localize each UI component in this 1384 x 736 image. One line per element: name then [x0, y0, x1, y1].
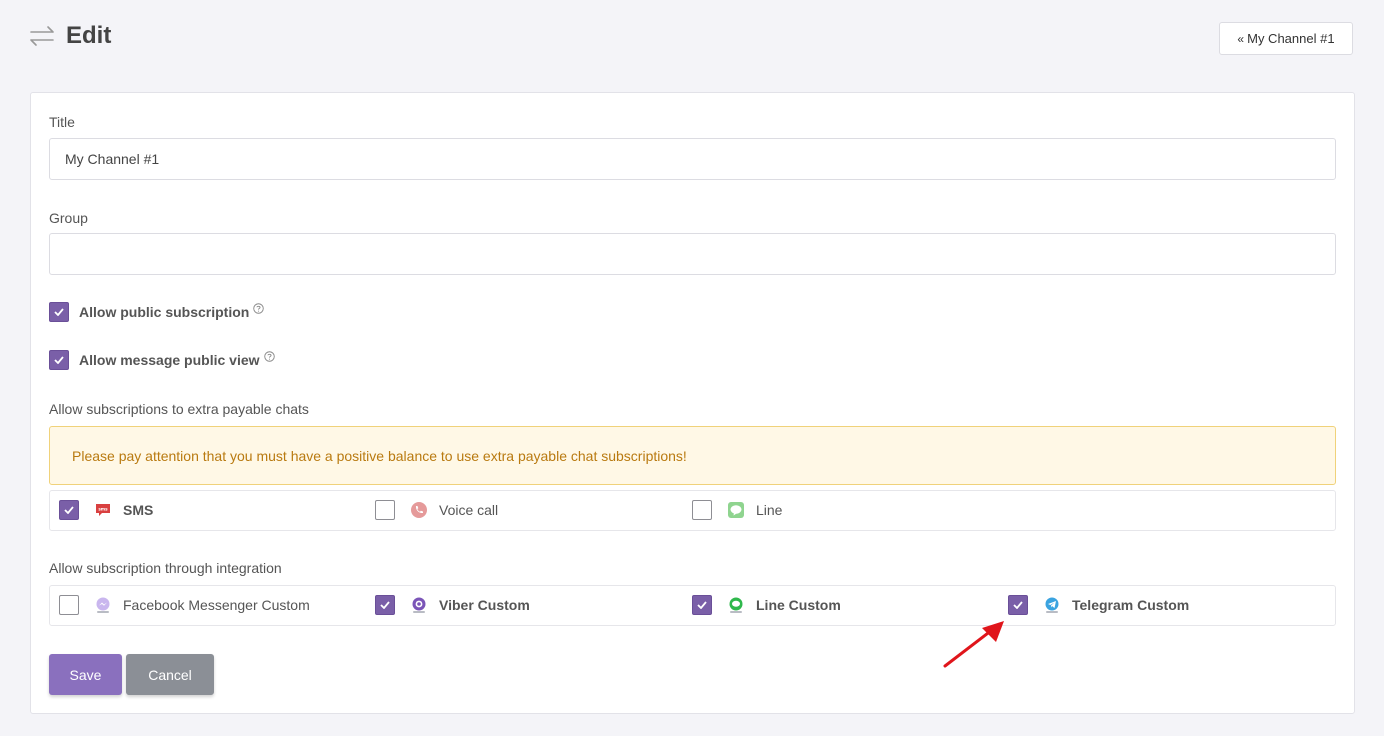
checkmark-icon [697, 601, 707, 609]
allow-message-public-view-row: Allow message public view [49, 350, 275, 370]
option-line-custom[interactable]: Line Custom [692, 595, 841, 615]
telegram-custom-label: Telegram Custom [1072, 597, 1190, 613]
page-title: Edit [66, 22, 112, 49]
allow-message-public-view-checkbox[interactable] [49, 350, 69, 370]
checkmark-icon [1013, 601, 1023, 609]
viber-custom-checkbox[interactable] [375, 595, 395, 615]
sms-icon: sms [96, 504, 110, 516]
option-viber-custom[interactable]: Viber Custom [375, 595, 530, 615]
back-button-label: My Channel #1 [1247, 31, 1335, 46]
svg-text:sms: sms [98, 507, 108, 512]
help-icon[interactable] [253, 302, 265, 314]
option-facebook-messenger-custom[interactable]: Facebook Messenger Custom [59, 595, 310, 615]
group-label: Group [49, 210, 88, 226]
facebook-messenger-custom-checkbox[interactable] [59, 595, 79, 615]
checkmark-icon [64, 506, 74, 514]
annotation-arrow-icon [943, 621, 1004, 668]
sms-checkbox[interactable] [59, 500, 79, 520]
integration-label: Allow subscription through integration [49, 560, 282, 576]
sms-label: SMS [123, 502, 154, 518]
help-icon[interactable] [263, 350, 275, 362]
balance-warning-alert: Please pay attention that you must have … [49, 426, 1336, 485]
line-icon [729, 597, 743, 613]
swap-arrows-icon [30, 26, 54, 46]
allow-public-subscription-row: Allow public subscription [49, 302, 265, 322]
checkmark-icon [380, 601, 390, 609]
line-custom-label: Line Custom [756, 597, 841, 613]
facebook-messenger-custom-label: Facebook Messenger Custom [123, 597, 310, 613]
telegram-custom-checkbox[interactable] [1008, 595, 1028, 615]
cancel-button[interactable]: Cancel [126, 654, 214, 695]
voice-call-label: Voice call [439, 502, 499, 518]
telegram-icon [1045, 597, 1059, 613]
alert-text: Please pay attention that you must have … [72, 447, 687, 464]
allow-message-public-view-label: Allow message public view [79, 352, 260, 368]
allow-public-subscription-label: Allow public subscription [79, 304, 250, 320]
extra-chats-label: Allow subscriptions to extra payable cha… [49, 401, 309, 417]
double-chevron-left-icon: « [1237, 31, 1245, 46]
option-voice-call[interactable]: Voice call [375, 500, 498, 520]
messenger-icon [96, 597, 110, 613]
edit-form-card: Title Group Allow public subscription Al… [30, 92, 1355, 714]
checkmark-icon [54, 356, 64, 364]
extra-chats-options: sms SMS Voice call Line [49, 490, 1336, 531]
line-label: Line [756, 502, 783, 518]
checkmark-icon [54, 308, 64, 316]
option-line[interactable]: Line [692, 500, 782, 520]
option-sms[interactable]: sms SMS [59, 500, 153, 520]
title-input[interactable] [49, 138, 1336, 180]
voice-call-checkbox[interactable] [375, 500, 395, 520]
page-header: Edit [28, 22, 111, 50]
line-icon [728, 502, 744, 518]
title-label: Title [49, 114, 75, 130]
integration-options: Facebook Messenger Custom Viber Custom L… [49, 585, 1336, 626]
line-checkbox[interactable] [692, 500, 712, 520]
phone-icon [411, 502, 427, 518]
back-to-channel-button[interactable]: « My Channel #1 [1219, 22, 1353, 55]
viber-icon [412, 597, 426, 613]
option-telegram-custom[interactable]: Telegram Custom [1008, 595, 1189, 615]
group-input[interactable] [49, 233, 1336, 275]
save-button[interactable]: Save [49, 654, 122, 695]
viber-custom-label: Viber Custom [439, 597, 530, 613]
allow-public-subscription-checkbox[interactable] [49, 302, 69, 322]
line-custom-checkbox[interactable] [692, 595, 712, 615]
